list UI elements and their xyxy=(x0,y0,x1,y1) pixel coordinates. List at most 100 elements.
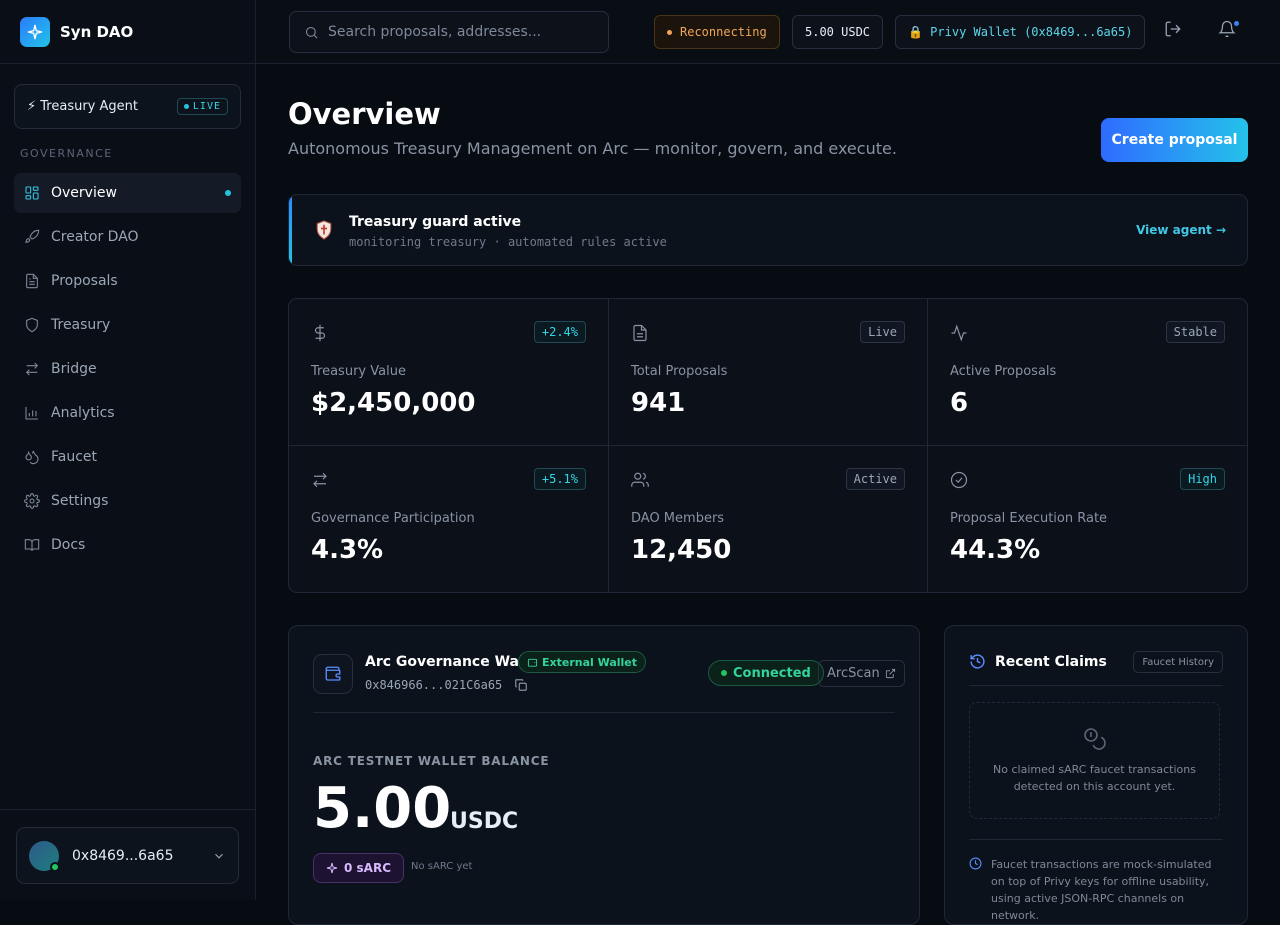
sidebar-item-label: Docs xyxy=(51,537,86,553)
create-proposal-button[interactable]: Create proposal xyxy=(1101,118,1248,162)
view-agent-link[interactable]: View agent → xyxy=(1136,223,1226,237)
stat-card-total-proposals: Live Total Proposals 941 xyxy=(609,299,928,446)
logout-icon xyxy=(1165,21,1181,37)
live-dot-icon xyxy=(183,104,189,109)
grid-icon xyxy=(25,186,39,200)
swap-icon xyxy=(313,472,327,488)
sidebar-item-label: Creator DAO xyxy=(51,229,139,245)
stat-badge: Active xyxy=(845,468,905,490)
activity-icon xyxy=(951,324,967,342)
stat-label: Proposal Execution Rate xyxy=(950,511,1108,526)
stat-badge: +5.1% xyxy=(533,468,586,490)
copy-icon[interactable] xyxy=(514,678,528,692)
stat-badge: Stable xyxy=(1165,321,1225,343)
balance-badge[interactable]: 5.00 USDC xyxy=(792,15,884,49)
sidebar-item-label: Proposals xyxy=(51,273,118,289)
search-icon xyxy=(305,26,318,39)
empty-state-text: No claimed sARC faucet transactions dete… xyxy=(993,763,1196,793)
external-wallet-label: External Wallet xyxy=(542,655,638,669)
recent-claims-card: Recent Claims Faucet History No claimed … xyxy=(944,625,1248,925)
stat-value: 941 xyxy=(631,388,686,418)
sidebar-nav: Overview Creator DAO Proposals Treasury … xyxy=(14,173,241,569)
brand[interactable]: Syn DAO xyxy=(0,0,255,64)
active-indicator-dot xyxy=(225,190,231,196)
sidebar-item-label: Faucet xyxy=(51,449,98,465)
status-dot-icon xyxy=(667,29,672,35)
users-icon xyxy=(631,472,649,487)
arcscan-label: ArcScan xyxy=(827,666,880,681)
sidebar-item-settings[interactable]: Settings xyxy=(14,481,241,521)
stat-card-dao-members: Active DAO Members 12,450 xyxy=(609,446,928,592)
stat-value: $2,450,000 xyxy=(311,388,476,418)
connected-text: Connected xyxy=(733,665,811,681)
search-box[interactable] xyxy=(289,11,609,53)
notifications-button[interactable] xyxy=(1218,20,1242,44)
sidebar-divider xyxy=(0,809,256,810)
wallet-button[interactable]: 🔒 Privy Wallet (0x8469...6a65) xyxy=(895,15,1146,49)
document-icon xyxy=(633,324,647,342)
sidebar: Syn DAO ⚡ Treasury Agent LIVE GOVERNANCE… xyxy=(0,0,256,900)
swap-icon xyxy=(25,362,39,376)
sidebar-item-creator-dao[interactable]: Creator DAO xyxy=(14,217,241,257)
droplet-icon xyxy=(25,450,39,465)
bar-chart-icon xyxy=(25,407,38,420)
sidebar-item-treasury[interactable]: Treasury xyxy=(14,305,241,345)
faucet-history-button[interactable]: Faucet History xyxy=(1133,651,1223,673)
guard-title: Treasury guard active xyxy=(349,214,522,230)
sidebar-item-docs[interactable]: Docs xyxy=(14,525,241,565)
avatar xyxy=(29,840,60,872)
dollar-icon xyxy=(314,324,326,342)
sidebar-item-overview[interactable]: Overview xyxy=(14,173,241,213)
book-icon xyxy=(24,539,40,552)
divider xyxy=(313,712,895,713)
shield-icon xyxy=(26,317,38,333)
stat-value: 4.3% xyxy=(311,535,384,565)
stat-card-active-proposals: Stable Active Proposals 6 xyxy=(928,299,1247,446)
wallet-address: 0x846966...021C6a65 xyxy=(365,678,503,692)
guard-subtitle: monitoring treasury · automated rules ac… xyxy=(349,235,667,249)
history-icon xyxy=(970,654,985,669)
treasury-agent-button[interactable]: ⚡ Treasury Agent LIVE xyxy=(14,84,241,129)
treasury-guard-banner: Treasury guard active monitoring treasur… xyxy=(288,194,1248,266)
account-switcher[interactable]: 0x8469...6a65 xyxy=(16,827,239,884)
stat-value: 12,450 xyxy=(631,535,732,565)
section-title-governance: GOVERNANCE xyxy=(20,147,113,160)
gear-icon xyxy=(24,493,40,509)
arcscan-link[interactable]: ArcScan xyxy=(818,660,905,687)
live-text: LIVE xyxy=(192,101,221,112)
wallet-small-icon xyxy=(527,658,538,667)
stat-label: DAO Members xyxy=(631,511,725,526)
stat-badge: Live xyxy=(860,321,905,343)
sarc-note: No sARC yet xyxy=(411,861,473,872)
sparkle-logo-icon xyxy=(20,16,50,47)
search-input[interactable] xyxy=(328,24,598,40)
rocket-icon xyxy=(25,229,40,243)
balance-caption: ARC TESTNET WALLET BALANCE xyxy=(313,754,550,768)
sidebar-item-analytics[interactable]: Analytics xyxy=(14,393,241,433)
check-circle-icon xyxy=(950,471,968,489)
connected-dot-icon xyxy=(721,670,727,676)
stat-label: Active Proposals xyxy=(950,364,1057,379)
sidebar-item-label: Analytics xyxy=(51,405,115,421)
empty-state: No claimed sARC faucet transactions dete… xyxy=(969,702,1220,819)
wallet-balance-unit: USDC xyxy=(450,809,519,834)
recent-claims-title: Recent Claims xyxy=(995,654,1107,670)
stat-card-execution-rate: High Proposal Execution Rate 44.3% xyxy=(928,446,1247,592)
logout-button[interactable] xyxy=(1164,20,1188,44)
topbar: Reconnecting 5.00 USDC 🔒 Privy Wallet (0… xyxy=(256,0,1280,64)
live-badge: LIVE xyxy=(176,98,228,115)
document-icon xyxy=(26,273,38,289)
guard-shield-icon xyxy=(316,220,332,240)
page-subtitle: Autonomous Treasury Management on Arc — … xyxy=(288,139,897,158)
sidebar-item-label: Bridge xyxy=(51,361,97,377)
external-link-icon xyxy=(885,668,895,679)
stat-label: Total Proposals xyxy=(631,364,728,379)
wallet-balance: 5.00 xyxy=(313,776,452,841)
stat-badge: +2.4% xyxy=(533,321,586,343)
sidebar-item-bridge[interactable]: Bridge xyxy=(14,349,241,389)
status-text: Reconnecting xyxy=(680,25,767,39)
stat-card-treasury-value: +2.4% Treasury Value $2,450,000 xyxy=(289,299,609,446)
sidebar-item-faucet[interactable]: Faucet xyxy=(14,437,241,477)
sidebar-item-proposals[interactable]: Proposals xyxy=(14,261,241,301)
sidebar-item-label: Settings xyxy=(51,493,109,509)
